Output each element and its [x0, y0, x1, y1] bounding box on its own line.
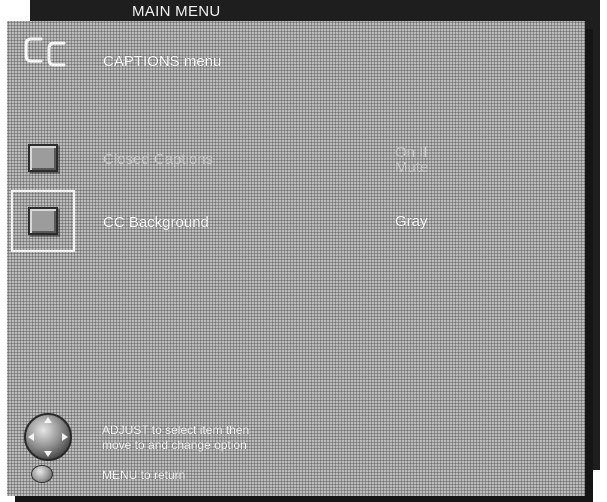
- adjust-hint-line1: ADJUST to select item then: [102, 423, 250, 437]
- captions-menu-title: CAPTIONS menu: [103, 53, 222, 70]
- cc-background-label[interactable]: CC Background: [103, 214, 209, 231]
- captions-menu-panel: CC CAPTIONS menu Closed Captions On If M…: [7, 21, 585, 496]
- closed-captions-value[interactable]: On If Mute: [395, 145, 428, 175]
- cc-background-value[interactable]: Gray: [395, 214, 428, 229]
- adjust-dial-icon[interactable]: [22, 411, 74, 463]
- adjust-hint: ADJUST to select item then move to and c…: [102, 423, 322, 453]
- closed-captions-value-line2: Mute: [395, 159, 429, 176]
- adjust-hint-line2: move to and change option: [102, 438, 247, 452]
- cc-background-square-icon: [28, 207, 58, 235]
- main-menu-title: MAIN MENU: [132, 3, 221, 20]
- menu-button-icon[interactable]: [31, 465, 53, 483]
- closed-captions-square-icon: [28, 144, 58, 172]
- closed-captions-value-line1: On If: [395, 144, 428, 161]
- closed-captions-logo-icon: CC: [24, 37, 66, 67]
- menu-return-hint: MENU to return: [102, 468, 186, 482]
- closed-captions-label[interactable]: Closed Captions: [103, 151, 213, 168]
